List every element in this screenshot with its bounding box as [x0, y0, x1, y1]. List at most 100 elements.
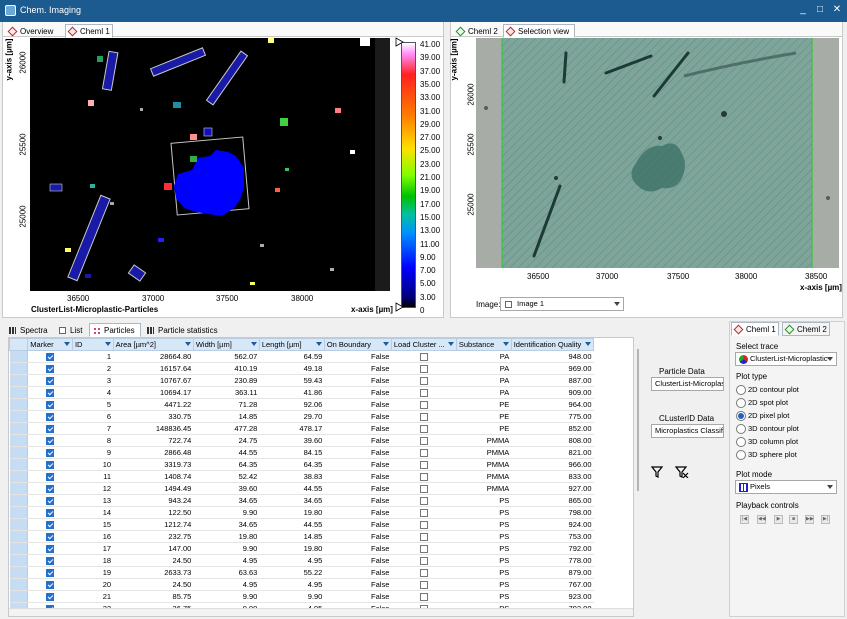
table-row[interactable]: 5 4471.22 71.28 92.06 False PE 964.00 [9, 398, 594, 411]
marker-cell[interactable] [27, 446, 73, 459]
row-selector[interactable] [9, 530, 29, 543]
row-selector[interactable] [9, 578, 29, 591]
load-cluster-checkbox[interactable] [419, 557, 428, 565]
close-button[interactable]: ✕ [831, 4, 843, 16]
radio-3d-contour-plot[interactable]: 3D contour plot [736, 424, 799, 434]
marker-cell[interactable] [27, 566, 73, 579]
load-cluster-cell[interactable] [391, 422, 457, 435]
marker-checkbox[interactable] [46, 461, 55, 469]
tab-settings-cheml-2[interactable]: Cheml 2 [782, 322, 830, 336]
marker-checkbox[interactable] [46, 473, 55, 481]
table-row[interactable]: 3 10767.67 230.89 59.43 False PA 887.00 [9, 374, 594, 387]
maximize-button[interactable]: □ [814, 4, 826, 16]
marker-cell[interactable] [27, 422, 73, 435]
column-header[interactable]: ID [71, 338, 114, 351]
marker-checkbox[interactable] [46, 485, 55, 493]
plot-mode-dropdown[interactable]: Pixels [735, 480, 837, 494]
load-cluster-cell[interactable] [391, 386, 457, 399]
table-row[interactable]: 10 3319.73 64.35 64.35 False PMMA 966.00 [9, 458, 594, 471]
load-cluster-cell[interactable] [391, 554, 457, 567]
particle-map-plot[interactable] [30, 38, 390, 291]
table-row[interactable]: 14 122.50 9.90 19.80 False PS 798.00 [9, 506, 594, 519]
table-row[interactable]: 8 722.74 24.75 39.60 False PMMA 808.00 [9, 434, 594, 447]
marker-checkbox[interactable] [46, 569, 55, 577]
marker-checkbox[interactable] [46, 449, 55, 457]
marker-cell[interactable] [27, 410, 73, 423]
fast-forward-icon[interactable]: ▶▶ [805, 515, 814, 524]
select-trace-dropdown[interactable]: ClusterList-Microplastic- [735, 352, 837, 366]
marker-checkbox[interactable] [46, 521, 55, 529]
load-cluster-cell[interactable] [391, 458, 457, 471]
marker-checkbox[interactable] [46, 509, 55, 517]
row-selector[interactable] [9, 398, 29, 411]
rewind-icon[interactable]: ◀◀ [757, 515, 766, 524]
load-cluster-checkbox[interactable] [419, 497, 428, 505]
marker-cell[interactable] [27, 482, 73, 495]
load-cluster-checkbox[interactable] [419, 389, 428, 397]
marker-cell[interactable] [27, 434, 73, 447]
row-selector[interactable] [9, 482, 29, 495]
row-selector[interactable] [9, 590, 29, 603]
marker-cell[interactable] [27, 374, 73, 387]
marker-checkbox[interactable] [46, 377, 55, 385]
radio-2d-pixel-plot[interactable]: 2D pixel plot [736, 411, 789, 421]
load-cluster-checkbox[interactable] [419, 569, 428, 577]
tab-cheml-2[interactable]: Cheml 2 [453, 24, 501, 38]
marker-cell[interactable] [27, 386, 73, 399]
marker-checkbox[interactable] [46, 353, 55, 361]
radio-3d-sphere-plot[interactable]: 3D sphere plot [736, 450, 797, 460]
marker-cell[interactable] [27, 398, 73, 411]
microscope-image-view[interactable] [476, 38, 839, 268]
row-selector[interactable] [9, 410, 29, 423]
load-cluster-checkbox[interactable] [419, 545, 428, 553]
radio-2d-contour-plot[interactable]: 2D contour plot [736, 385, 799, 395]
marker-checkbox[interactable] [46, 581, 55, 589]
load-cluster-cell[interactable] [391, 482, 457, 495]
load-cluster-cell[interactable] [391, 566, 457, 579]
marker-checkbox[interactable] [46, 389, 55, 397]
tab-particle-statistics[interactable]: Particle statistics [143, 323, 221, 337]
table-row[interactable]: 1 28664.80 562.07 64.59 False PA 948.00 [9, 350, 594, 363]
marker-cell[interactable] [27, 458, 73, 471]
row-selector[interactable] [9, 386, 29, 399]
marker-checkbox[interactable] [46, 425, 55, 433]
row-selector[interactable] [9, 566, 29, 579]
load-cluster-checkbox[interactable] [419, 461, 428, 469]
row-selector[interactable] [9, 542, 29, 555]
row-selector[interactable] [9, 374, 29, 387]
radio-2d-spot-plot[interactable]: 2D spot plot [736, 398, 788, 408]
load-cluster-cell[interactable] [391, 578, 457, 591]
load-cluster-checkbox[interactable] [419, 485, 428, 493]
tab-list[interactable]: List [55, 323, 87, 337]
column-header[interactable]: Length [µm] [258, 338, 325, 351]
row-selector[interactable] [9, 446, 29, 459]
skip-to-end-icon[interactable]: ▶| [821, 515, 830, 524]
horizontal-scrollbar[interactable] [9, 608, 633, 616]
row-selector[interactable] [9, 362, 29, 375]
load-cluster-checkbox[interactable] [419, 449, 428, 457]
marker-cell[interactable] [27, 494, 73, 507]
column-header[interactable]: Identification Quality [510, 338, 595, 351]
load-cluster-checkbox[interactable] [419, 377, 428, 385]
table-row[interactable]: 15 1212.74 34.65 44.55 False PS 924.00 [9, 518, 594, 531]
load-cluster-checkbox[interactable] [419, 593, 428, 601]
row-selector[interactable] [9, 434, 29, 447]
table-row[interactable]: 13 943.24 34.65 34.65 False PS 865.00 [9, 494, 594, 507]
row-selector[interactable] [9, 458, 29, 471]
column-header[interactable]: Marker [27, 338, 73, 351]
load-cluster-checkbox[interactable] [419, 521, 428, 529]
marker-checkbox[interactable] [46, 365, 55, 373]
tab-particles[interactable]: Particles [89, 323, 141, 337]
load-cluster-checkbox[interactable] [419, 425, 428, 433]
marker-checkbox[interactable] [46, 545, 55, 553]
marker-cell[interactable] [27, 542, 73, 555]
row-selector[interactable] [9, 422, 29, 435]
row-selector[interactable] [9, 350, 29, 363]
row-selector[interactable] [9, 470, 29, 483]
play-icon[interactable]: ▶ [774, 515, 783, 524]
load-cluster-checkbox[interactable] [419, 353, 428, 361]
marker-cell[interactable] [27, 350, 73, 363]
table-row[interactable]: 18 24.50 4.95 4.95 False PS 778.00 [9, 554, 594, 567]
row-selector[interactable] [9, 518, 29, 531]
marker-checkbox[interactable] [46, 497, 55, 505]
